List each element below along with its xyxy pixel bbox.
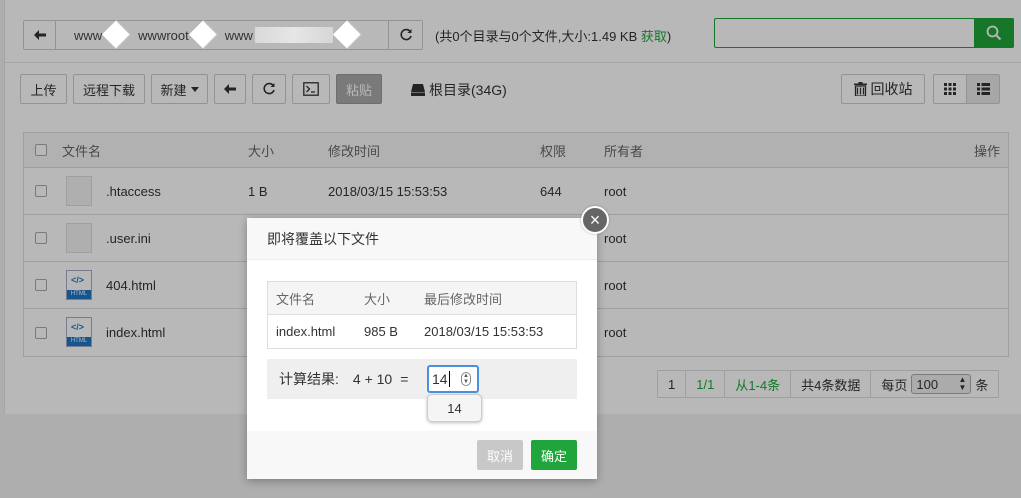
overwrite-table-header: 文件名 大小 最后修改时间 (268, 282, 576, 315)
col-mtime: 最后修改时间 (424, 291, 503, 307)
redacted-text (254, 27, 333, 43)
dialog-title: 即将覆盖以下文件 (247, 218, 597, 260)
file-size: 985 B (364, 324, 398, 339)
calc-answer-input[interactable]: 14 ▲ ▼ (427, 365, 479, 393)
calc-label: 计算结果: (279, 371, 339, 387)
number-spinner-icon[interactable]: ▲ ▼ (461, 372, 471, 386)
text-cursor (448, 371, 450, 387)
file-name: index.html (276, 324, 336, 339)
autocomplete-suggestion[interactable]: 14 (427, 394, 482, 422)
overwrite-dialog: 即将覆盖以下文件 × 文件名 大小 最后修改时间 index.html 985 … (247, 206, 609, 479)
col-name: 文件名 (276, 291, 316, 307)
table-row: index.html 985 B 2018/03/15 15:53:53 (268, 315, 576, 348)
captcha-row: 计算结果: 4 + 10 = 14 ▲ ▼ (267, 359, 577, 399)
calc-expression: 4 + 10 (352, 371, 393, 387)
dialog-footer: 取消 确定 (247, 431, 597, 479)
calc-equals: = (400, 371, 409, 387)
confirm-button[interactable]: 确定 (531, 440, 577, 470)
close-icon[interactable]: × (581, 206, 609, 234)
cancel-button[interactable]: 取消 (477, 440, 523, 470)
col-size: 大小 (364, 291, 391, 307)
overwrite-file-table: 文件名 大小 最后修改时间 index.html 985 B 2018/03/1… (267, 281, 577, 349)
file-mtime: 2018/03/15 15:53:53 (424, 324, 544, 339)
